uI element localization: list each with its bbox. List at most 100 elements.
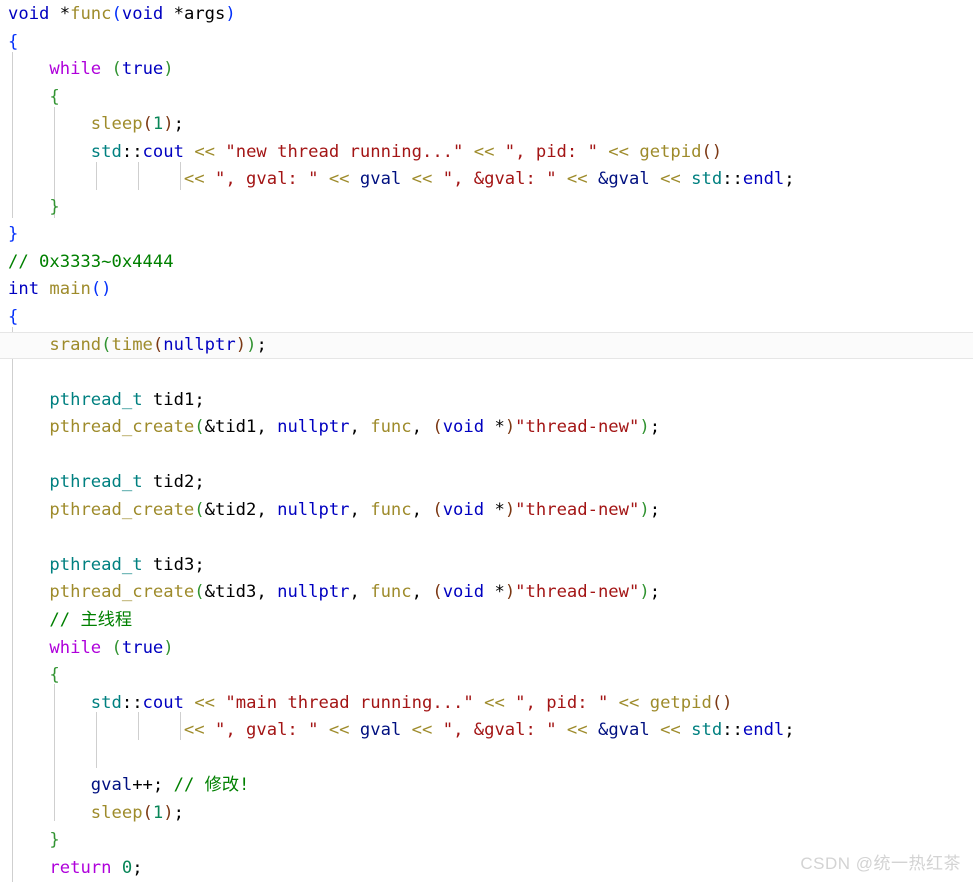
code-line[interactable]: { [0, 662, 973, 690]
code-line-blank[interactable] [0, 524, 973, 552]
token-operator: << [566, 169, 588, 190]
token-keyword: nullptr [277, 499, 350, 520]
token-control-keyword: while [49, 637, 102, 658]
token-punctuation: , [256, 499, 278, 520]
code-line[interactable]: } [0, 194, 973, 222]
token-member: cout [142, 692, 184, 713]
token-string: ", &gval: " [442, 169, 557, 190]
token-punctuation: , [349, 499, 371, 520]
token-member: endl [742, 720, 785, 741]
token-punctuation: ; [784, 169, 795, 190]
token-function: getpid [649, 692, 712, 713]
token-variable: gval [359, 720, 402, 741]
code-line[interactable]: std::cout << "new thread running..." << … [0, 139, 973, 167]
code-line[interactable]: sleep(1); [0, 800, 973, 828]
token-comment: // 修改! [173, 775, 250, 796]
token-bracket: () [711, 692, 733, 713]
code-line[interactable]: int main() [0, 276, 973, 304]
code-line[interactable]: // 主线程 [0, 607, 973, 635]
code-line[interactable]: pthread_create(&tid2, nullptr, func, (vo… [0, 497, 973, 525]
code-line-current[interactable]: srand(time(nullptr)); [0, 331, 973, 360]
code-line[interactable]: pthread_create(&tid3, nullptr, func, (vo… [0, 579, 973, 607]
token-bracket: ) [163, 59, 174, 80]
code-line-blank[interactable] [0, 359, 973, 387]
code-line[interactable]: void *func(void *args) [0, 1, 973, 29]
token-bracket: ) [235, 334, 247, 355]
token-function: time [111, 334, 153, 355]
code-content[interactable]: void *func(void *args) { while (true) { … [0, 0, 973, 883]
token-function: srand [49, 334, 102, 355]
token-variable: gval [90, 775, 133, 796]
token-member: endl [742, 169, 785, 190]
token-identifier: &tid2 [204, 499, 257, 520]
code-line[interactable]: } [0, 221, 973, 249]
token-bracket: ( [194, 582, 205, 603]
token-bracket: ) [639, 582, 650, 603]
code-line[interactable]: << ", gval: " << gval << ", &gval: " << … [0, 166, 973, 194]
code-line-blank[interactable] [0, 442, 973, 470]
token-variable: gval [359, 169, 402, 190]
token-string: ", &gval: " [442, 720, 557, 741]
code-line-blank[interactable] [0, 745, 973, 773]
code-line[interactable]: pthread_t tid3; [0, 552, 973, 580]
token-bracket: ( [194, 499, 205, 520]
token-keyword: true [121, 59, 164, 80]
token-operator: << [183, 169, 205, 190]
code-line[interactable]: { [0, 304, 973, 332]
code-line[interactable]: // 0x3333~0x4444 [0, 249, 973, 277]
code-line[interactable]: { [0, 29, 973, 57]
token-string: ", pid: " [504, 141, 598, 162]
code-line[interactable]: std::cout << "main thread running..." <<… [0, 690, 973, 718]
code-line[interactable]: while (true) [0, 56, 973, 84]
token-bracket: ) [163, 802, 174, 823]
code-line[interactable]: while (true) [0, 635, 973, 663]
token-bracket: { [49, 665, 60, 686]
token-operator: << [194, 692, 216, 713]
token-bracket: () [701, 141, 723, 162]
token-bracket: ) [504, 499, 516, 520]
code-line[interactable]: { [0, 84, 973, 112]
token-identifier: args [183, 4, 226, 24]
code-line[interactable]: << ", gval: " << gval << ", &gval: " << … [0, 717, 973, 745]
token-bracket: ) [225, 4, 236, 24]
token-string: ", gval: " [214, 169, 319, 190]
token-bracket: ( [432, 417, 443, 438]
token-bracket: ( [432, 582, 443, 603]
token-operator: * [163, 4, 184, 24]
token-punctuation: ; [194, 554, 205, 575]
token-function: getpid [639, 141, 702, 162]
token-function: func [370, 582, 412, 603]
token-keyword: void [121, 4, 164, 24]
code-line[interactable]: pthread_t tid2; [0, 469, 973, 497]
token-operator: << [183, 720, 205, 741]
token-operator: << [411, 720, 433, 741]
code-editor[interactable]: void *func(void *args) { while (true) { … [0, 0, 973, 882]
code-line[interactable]: pthread_create(&tid1, nullptr, func, (vo… [0, 414, 973, 442]
token-bracket: { [49, 86, 60, 107]
code-line[interactable]: pthread_t tid1; [0, 387, 973, 415]
token-string: "new thread running..." [225, 141, 464, 162]
token-bracket: ( [142, 114, 153, 135]
token-bracket: ) [163, 637, 174, 658]
token-control-keyword: while [49, 59, 102, 80]
code-line[interactable]: gval++; // 修改! [0, 772, 973, 800]
code-line[interactable]: sleep(1); [0, 111, 973, 139]
token-punctuation: :: [722, 169, 743, 190]
